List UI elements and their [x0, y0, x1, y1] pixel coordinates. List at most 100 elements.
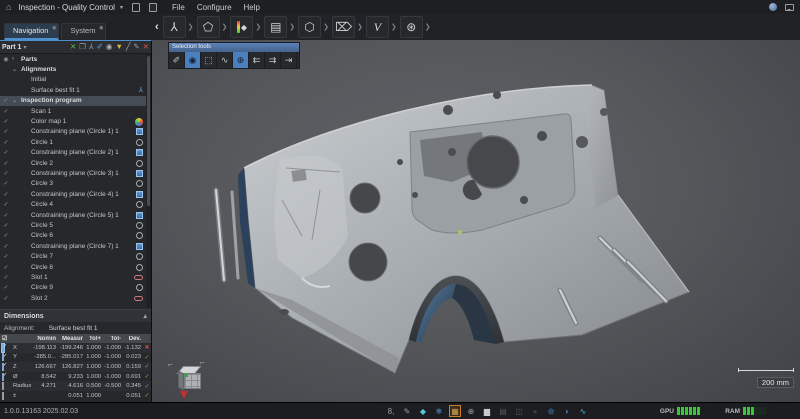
tree-item[interactable]: ✓Slot 2 — [0, 293, 146, 303]
diamond-icon[interactable]: ◆ — [417, 405, 429, 417]
measure-icon[interactable]: ✎ — [133, 43, 139, 51]
new-document-icon[interactable] — [132, 3, 140, 12]
table-icon[interactable]: ▤ — [497, 405, 509, 417]
element-check-icon[interactable]: ✓ — [0, 170, 12, 177]
element-check-icon[interactable]: ✓ — [0, 128, 12, 135]
chevron-right-icon[interactable]: ❯ — [287, 23, 297, 31]
pin-icon[interactable]: ◉ — [99, 25, 103, 31]
mesh-icon[interactable]: ▦ — [449, 405, 461, 417]
geometry-tools-icon[interactable]: ⬠ — [197, 16, 220, 38]
expander-icon[interactable]: ⌄ — [12, 97, 21, 104]
dimension-row[interactable]: Ø8.5429.2331.000-1.0000.691✓ — [0, 372, 151, 382]
tolerance-tools-icon[interactable]: ⬡ — [298, 16, 321, 38]
tree-item[interactable]: ◉›Parts — [0, 54, 146, 64]
color-map-tools-icon[interactable]: ◆ — [230, 16, 253, 38]
tree-item[interactable]: Initial — [0, 75, 146, 85]
element-check-icon[interactable]: ✓ — [0, 212, 12, 219]
tree-item[interactable]: ✓Circle 5 — [0, 220, 146, 230]
navigation-cube[interactable]: ⌐ ⌐ — [174, 364, 218, 404]
row-checkbox[interactable] — [2, 382, 4, 390]
navigation-tools-icon[interactable]: ⊛ — [400, 16, 423, 38]
cleanup-tools-icon[interactable]: ⌦ — [332, 16, 355, 38]
menu-item-configure[interactable]: Configure — [197, 3, 232, 12]
tree-item[interactable]: ✓Scan 1 — [0, 106, 146, 116]
alignment-value[interactable]: Surface best fit 1 — [49, 325, 98, 332]
element-check-icon[interactable]: ✓ — [0, 243, 12, 250]
chevron-right-icon[interactable]: ❯ — [355, 23, 365, 31]
expander-icon[interactable]: ⌄ — [12, 66, 21, 73]
tree-item[interactable]: ✓Circle 9 — [0, 283, 146, 293]
tree-item[interactable]: ✓Constraining plane (Circle 4) 1 — [0, 189, 146, 199]
filter-icon[interactable]: ▼ — [115, 43, 122, 51]
menu-item-file[interactable]: File — [172, 3, 185, 12]
chevron-down-icon[interactable]: ▾ — [23, 44, 26, 51]
element-check-icon[interactable]: ✓ — [0, 97, 12, 104]
draw-icon[interactable]: ╱ — [126, 43, 131, 51]
tree-item[interactable]: ✓Constraining plane (Circle 7) 1 — [0, 241, 146, 251]
tree-item[interactable]: ✓Constraining plane (Circle 1) 1 — [0, 127, 146, 137]
dimension-row[interactable]: ±0.0511.0000.051✓ — [0, 391, 151, 401]
tree-item[interactable]: ⌄Alignments — [0, 64, 146, 74]
3d-model-part[interactable] — [152, 40, 800, 402]
tree-item[interactable]: ✓Circle 2 — [0, 158, 146, 168]
tree-item[interactable]: ✓Circle 3 — [0, 179, 146, 189]
dimensions-header[interactable]: Dimensions ▴ — [0, 310, 151, 322]
expander-icon[interactable]: › — [12, 56, 21, 62]
element-check-icon[interactable]: ✓ — [0, 232, 12, 239]
element-check-icon[interactable]: ✓ — [0, 284, 12, 291]
tree-item[interactable]: Surface best fit 1⅄ — [0, 85, 146, 95]
chevron-up-icon[interactable]: ▴ — [143, 312, 147, 320]
element-check-icon[interactable]: ✓ — [0, 253, 12, 260]
tree-item[interactable]: ✓Circle 1 — [0, 137, 146, 147]
column-header[interactable]: Measur — [58, 336, 85, 342]
column-header[interactable]: Tol- — [103, 336, 123, 342]
select-all-icon[interactable]: ⇥ — [281, 52, 297, 68]
menu-item-help[interactable]: Help — [244, 3, 260, 12]
column-header[interactable]: Dev. — [123, 336, 143, 342]
visibility-eye-icon[interactable]: ◉ — [0, 56, 12, 63]
feedback-icon[interactable] — [785, 4, 794, 11]
element-check-icon[interactable]: ✓ — [0, 149, 12, 156]
part-selector[interactable]: Part 1 ▾ ✕❐⅄✐◉▼╱✎✕ — [0, 41, 151, 54]
dimension-row[interactable]: Y-285.0...-285.0171.000-1.0000.023✓ — [0, 353, 151, 363]
layout-icon[interactable] — [149, 3, 157, 12]
column-header[interactable]: Tol+ — [85, 336, 103, 342]
paint-icon[interactable]: ✐ — [97, 43, 103, 51]
report-tools-icon[interactable]: ▤ — [264, 16, 287, 38]
tree-item[interactable]: ✓Circle 8 — [0, 262, 146, 272]
tree-item[interactable]: ✓Circle 6 — [0, 231, 146, 241]
tree-item[interactable]: ✓⌄Inspection program — [0, 96, 146, 106]
tab-navigation[interactable]: Navigation◉ — [4, 23, 59, 40]
chevron-right-icon[interactable]: ❯ — [321, 23, 331, 31]
selection-toolbar-title[interactable]: Selection tools — [169, 43, 299, 52]
tree-item[interactable]: ✓Constraining plane (Circle 5) 1 — [0, 210, 146, 220]
element-check-icon[interactable]: ✓ — [0, 108, 12, 115]
home-icon[interactable]: ⌂ — [6, 2, 11, 12]
tree-item[interactable]: ✓Circle 7 — [0, 251, 146, 261]
positioning-tools-icon[interactable]: ⅄ — [163, 16, 186, 38]
element-check-icon[interactable]: ✓ — [0, 160, 12, 167]
chevron-right-icon[interactable]: ❯ — [389, 23, 399, 31]
column-header[interactable]: Nomin — [32, 336, 58, 342]
curve-icon[interactable]: ∿ — [577, 405, 589, 417]
tree-item[interactable]: ✓Color map 1 — [0, 116, 146, 126]
brush-select-icon[interactable]: ✐ — [169, 52, 185, 68]
row-checkbox[interactable] — [2, 392, 4, 400]
row-checkbox[interactable] — [2, 363, 4, 371]
element-check-icon[interactable]: ✓ — [0, 295, 12, 302]
tree-item[interactable]: ✓Constraining plane (Circle 3) 1 — [0, 168, 146, 178]
polygon-icon[interactable]: ⬟ — [545, 405, 557, 417]
element-check-icon[interactable]: ✓ — [0, 118, 12, 125]
element-check-icon[interactable]: ✓ — [0, 191, 12, 198]
deselect-arrows-icon[interactable]: ⇇ — [249, 52, 265, 68]
element-check-icon[interactable]: ✓ — [0, 201, 12, 208]
delete-icon[interactable]: ✕ — [143, 43, 149, 51]
tree-item[interactable]: ✓Constraining plane (Circle 2) 1 — [0, 148, 146, 158]
select-arrows-icon[interactable]: ⇉ — [265, 52, 281, 68]
sphere-select-icon[interactable]: ⊕ — [233, 52, 249, 68]
edit-icon[interactable]: ✎ — [401, 405, 413, 417]
tree-item[interactable]: ✓Circle 4 — [0, 199, 146, 209]
alignment-icon[interactable]: ⅄ — [89, 43, 94, 51]
clipboard-icon[interactable]: ❐ — [79, 43, 86, 51]
surface-select-icon[interactable]: ◉ — [185, 52, 201, 68]
